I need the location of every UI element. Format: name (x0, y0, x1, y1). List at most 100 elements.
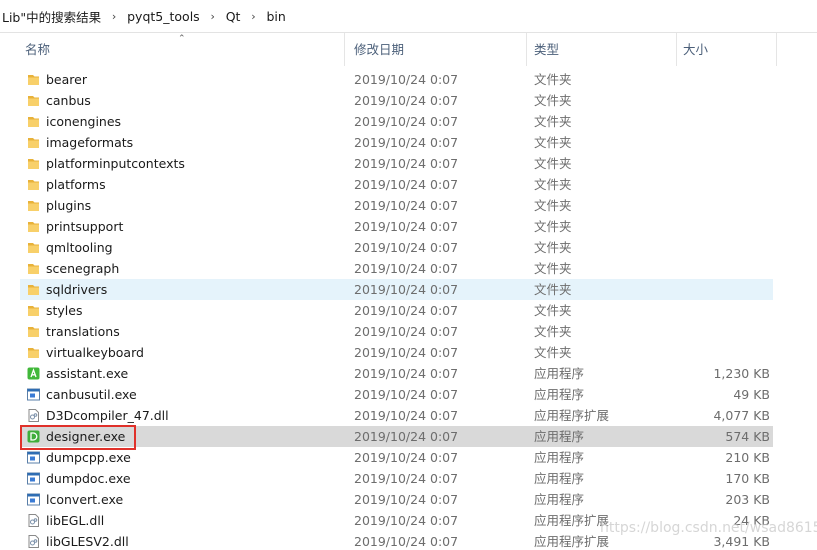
file-size: 4,077 KB (713, 408, 770, 423)
file-row[interactable]: virtualkeyboard 2019/10/24 0:07 文件夹 (20, 342, 773, 363)
file-type: 应用程序 (534, 429, 585, 444)
file-type: 应用程序 (534, 450, 585, 465)
file-modified-date: 2019/10/24 0:07 (354, 387, 459, 402)
column-divider[interactable] (344, 33, 345, 66)
file-name: scenegraph (46, 261, 120, 276)
file-modified-date: 2019/10/24 0:07 (354, 261, 459, 276)
file-modified-date: 2019/10/24 0:07 (354, 114, 459, 129)
file-row[interactable]: platforms 2019/10/24 0:07 文件夹 (20, 174, 773, 195)
file-type: 应用程序扩展 (534, 408, 610, 423)
column-header-date[interactable]: 修改日期 (354, 33, 524, 66)
file-row[interactable]: canbusutil.exe 2019/10/24 0:07 应用程序 49 KB (20, 384, 773, 405)
file-modified-date: 2019/10/24 0:07 (354, 219, 459, 234)
file-type: 应用程序 (534, 492, 585, 507)
file-row[interactable]: styles 2019/10/24 0:07 文件夹 (20, 300, 773, 321)
file-modified-date: 2019/10/24 0:07 (354, 408, 459, 423)
file-row[interactable]: platforminputcontexts 2019/10/24 0:07 文件夹 (20, 153, 773, 174)
file-name: styles (46, 303, 83, 318)
chevron-right-icon[interactable]: › (200, 10, 226, 23)
file-explorer-window: Lib"中的搜索结果 › pyqt5_tools › Qt › bin 名称 修… (0, 0, 817, 550)
file-name: sqldrivers (46, 282, 108, 297)
file-modified-date: 2019/10/24 0:07 (354, 471, 459, 486)
file-type: 应用程序 (534, 471, 585, 486)
file-type: 文件夹 (534, 114, 572, 129)
file-row[interactable]: canbus 2019/10/24 0:07 文件夹 (20, 90, 773, 111)
file-row[interactable]: dumpdoc.exe 2019/10/24 0:07 应用程序 170 KB (20, 468, 773, 489)
file-name: assistant.exe (46, 366, 129, 381)
file-row[interactable]: printsupport 2019/10/24 0:07 文件夹 (20, 216, 773, 237)
breadcrumb: Lib"中的搜索结果 › pyqt5_tools › Qt › bin (0, 0, 817, 33)
breadcrumb-item-bin[interactable]: bin (266, 9, 285, 24)
file-row[interactable]: iconengines 2019/10/24 0:07 文件夹 (20, 111, 773, 132)
file-row[interactable]: assistant.exe 2019/10/24 0:07 应用程序 1,230 KB (20, 363, 773, 384)
dll-file-icon (28, 409, 39, 422)
file-type: 文件夹 (534, 324, 572, 339)
file-name: dumpcpp.exe (46, 450, 131, 465)
folder-icon (28, 96, 39, 106)
file-name: platforminputcontexts (46, 156, 185, 171)
file-row[interactable]: bearer 2019/10/24 0:07 文件夹 (20, 69, 773, 90)
file-modified-date: 2019/10/24 0:07 (354, 72, 459, 87)
file-modified-date: 2019/10/24 0:07 (354, 93, 459, 108)
dll-file-icon (28, 535, 39, 548)
breadcrumb-item-search-results[interactable]: Lib"中的搜索结果 (2, 7, 101, 26)
chevron-right-icon[interactable]: › (240, 10, 266, 23)
column-divider[interactable] (526, 33, 527, 66)
dll-file-icon (28, 514, 39, 527)
file-modified-date: 2019/10/24 0:07 (354, 135, 459, 150)
file-modified-date: 2019/10/24 0:07 (354, 282, 459, 297)
file-type: 应用程序扩展 (534, 513, 610, 528)
file-row[interactable]: lconvert.exe 2019/10/24 0:07 应用程序 203 KB (20, 489, 773, 510)
file-row[interactable]: D3Dcompiler_47.dll 2019/10/24 0:07 应用程序扩展 4… (20, 405, 773, 426)
console-app-icon (27, 451, 40, 464)
file-modified-date: 2019/10/24 0:07 (354, 345, 459, 360)
folder-icon (28, 285, 39, 295)
folder-icon (28, 306, 39, 316)
file-row[interactable]: sqldrivers 2019/10/24 0:07 文件夹 (20, 279, 773, 300)
file-name: D3Dcompiler_47.dll (46, 408, 169, 423)
file-row[interactable]: dumpcpp.exe 2019/10/24 0:07 应用程序 210 KB (20, 447, 773, 468)
file-size: 203 KB (725, 492, 770, 507)
watermark-text: https://blog.csdn.net/wsad861512140 (600, 520, 817, 536)
column-header-type[interactable]: 类型 (534, 33, 674, 66)
file-modified-date: 2019/10/24 0:07 (354, 450, 459, 465)
column-divider[interactable] (776, 33, 777, 66)
breadcrumb-item-pyqt5-tools[interactable]: pyqt5_tools (127, 9, 200, 24)
file-type: 文件夹 (534, 72, 572, 87)
file-name: canbusutil.exe (46, 387, 137, 402)
file-row[interactable]: imageformats 2019/10/24 0:07 文件夹 (20, 132, 773, 153)
folder-icon (28, 159, 39, 169)
file-name: translations (46, 324, 120, 339)
file-size: 1,230 KB (713, 366, 770, 381)
column-divider[interactable] (676, 33, 677, 66)
file-modified-date: 2019/10/24 0:07 (354, 429, 459, 444)
file-type: 文件夹 (534, 345, 572, 360)
file-name: canbus (46, 93, 91, 108)
file-row[interactable]: scenegraph 2019/10/24 0:07 文件夹 (20, 258, 773, 279)
file-row[interactable]: qmltooling 2019/10/24 0:07 文件夹 (20, 237, 773, 258)
file-type: 文件夹 (534, 261, 572, 276)
folder-icon (28, 180, 39, 190)
file-size: 49 KB (733, 387, 770, 402)
console-app-icon (27, 388, 40, 401)
folder-icon (28, 201, 39, 211)
file-type: 文件夹 (534, 156, 572, 171)
file-modified-date: 2019/10/24 0:07 (354, 303, 459, 318)
file-type: 应用程序 (534, 387, 585, 402)
file-size: 170 KB (725, 471, 770, 486)
file-modified-date: 2019/10/24 0:07 (354, 534, 459, 549)
chevron-right-icon[interactable]: › (101, 10, 127, 23)
folder-icon (28, 327, 39, 337)
file-row[interactable]: translations 2019/10/24 0:07 文件夹 (20, 321, 773, 342)
folder-icon (28, 138, 39, 148)
folder-icon (28, 243, 39, 253)
folder-icon (28, 264, 39, 274)
breadcrumb-item-qt[interactable]: Qt (226, 9, 241, 24)
folder-icon (28, 348, 39, 358)
highlight-annotation-box (20, 425, 136, 450)
file-modified-date: 2019/10/24 0:07 (354, 324, 459, 339)
file-row[interactable]: plugins 2019/10/24 0:07 文件夹 (20, 195, 773, 216)
column-header-size[interactable]: 大小 (683, 33, 773, 66)
file-name: plugins (46, 198, 92, 213)
file-name: dumpdoc.exe (46, 471, 131, 486)
